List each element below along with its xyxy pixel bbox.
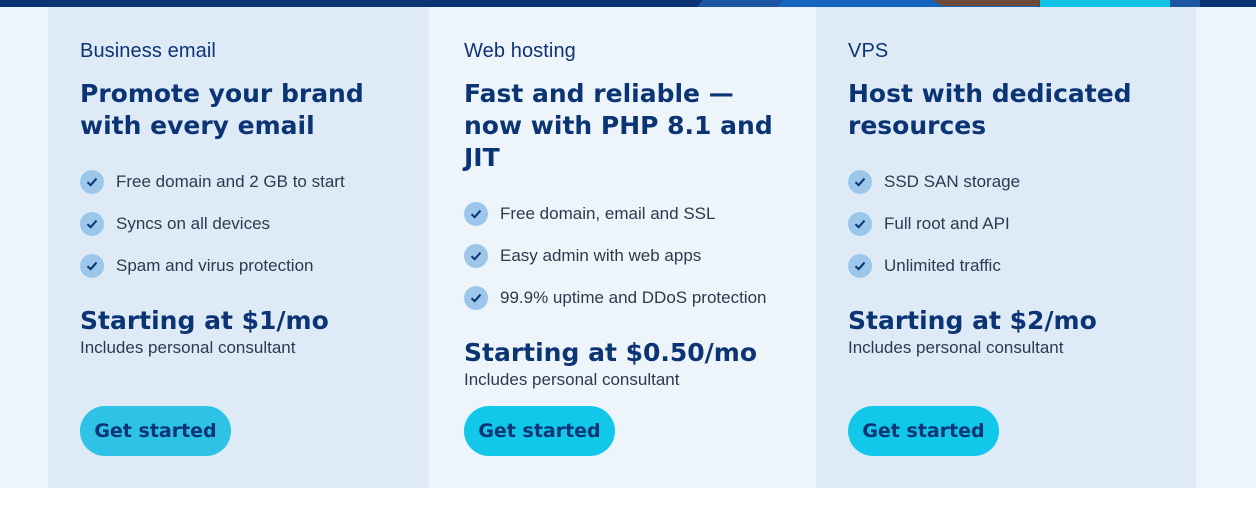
card-headline: Host with dedicated resources (848, 79, 1132, 140)
check-icon (848, 254, 872, 278)
card-price-note: Includes personal consultant (80, 338, 296, 357)
feature-item: Syncs on all devices (80, 212, 429, 236)
feature-item: SSD SAN storage (848, 170, 1196, 194)
feature-item: Unlimited traffic (848, 254, 1196, 278)
check-icon (80, 254, 104, 278)
feature-item: 99.9% uptime and DDoS protection (464, 286, 815, 310)
banner-stripe (1170, 0, 1200, 7)
get-started-button[interactable]: Get started (848, 406, 999, 456)
feature-text: Spam and virus protection (116, 256, 314, 275)
feature-item: Full root and API (848, 212, 1196, 236)
check-icon (464, 286, 488, 310)
feature-item: Free domain and 2 GB to start (80, 170, 429, 194)
banner-stripe (697, 0, 783, 7)
feature-list: Free domain, email and SSL Easy admin wi… (464, 202, 815, 310)
banner-stripe (1040, 0, 1170, 7)
feature-text: 99.9% uptime and DDoS protection (500, 288, 767, 307)
card-price: Starting at $1/mo (80, 306, 329, 335)
check-icon (80, 212, 104, 236)
feature-text: SSD SAN storage (884, 172, 1021, 191)
product-card-web-hosting: Web hosting Fast and reliable — now with… (432, 7, 815, 488)
card-headline: Fast and reliable — now with PHP 8.1 and… (464, 79, 773, 172)
card-price-note: Includes personal consultant (848, 338, 1064, 357)
feature-item: Free domain, email and SSL (464, 202, 815, 226)
feature-text: Full root and API (884, 214, 1010, 233)
get-started-button[interactable]: Get started (464, 406, 615, 456)
card-price: Starting at $0.50/mo (464, 338, 758, 367)
feature-list: Free domain and 2 GB to start Syncs on a… (80, 170, 429, 278)
hero-banner-edge (0, 0, 1256, 7)
card-price-note: Includes personal consultant (464, 370, 680, 389)
card-eyebrow: Web hosting (464, 40, 576, 62)
check-icon (848, 212, 872, 236)
feature-text: Easy admin with web apps (500, 246, 702, 265)
feature-text: Free domain, email and SSL (500, 204, 716, 223)
card-price: Starting at $2/mo (848, 306, 1097, 335)
product-card-business-email: Business email Promote your brand with e… (48, 7, 429, 488)
feature-item: Spam and virus protection (80, 254, 429, 278)
check-icon (464, 202, 488, 226)
card-eyebrow: VPS (848, 40, 889, 62)
check-icon (848, 170, 872, 194)
check-icon (80, 170, 104, 194)
feature-text: Syncs on all devices (116, 214, 271, 233)
card-eyebrow: Business email (80, 40, 216, 62)
product-card-vps: VPS Host with dedicated resources SSD SA… (816, 7, 1196, 488)
get-started-button[interactable]: Get started (80, 406, 231, 456)
feature-text: Unlimited traffic (884, 256, 1001, 275)
feature-text: Free domain and 2 GB to start (116, 172, 345, 191)
check-icon (464, 244, 488, 268)
feature-list: SSD SAN storage Full root and API Unlimi… (848, 170, 1196, 278)
card-headline: Promote your brand with every email (80, 79, 364, 140)
feature-item: Easy admin with web apps (464, 244, 815, 268)
